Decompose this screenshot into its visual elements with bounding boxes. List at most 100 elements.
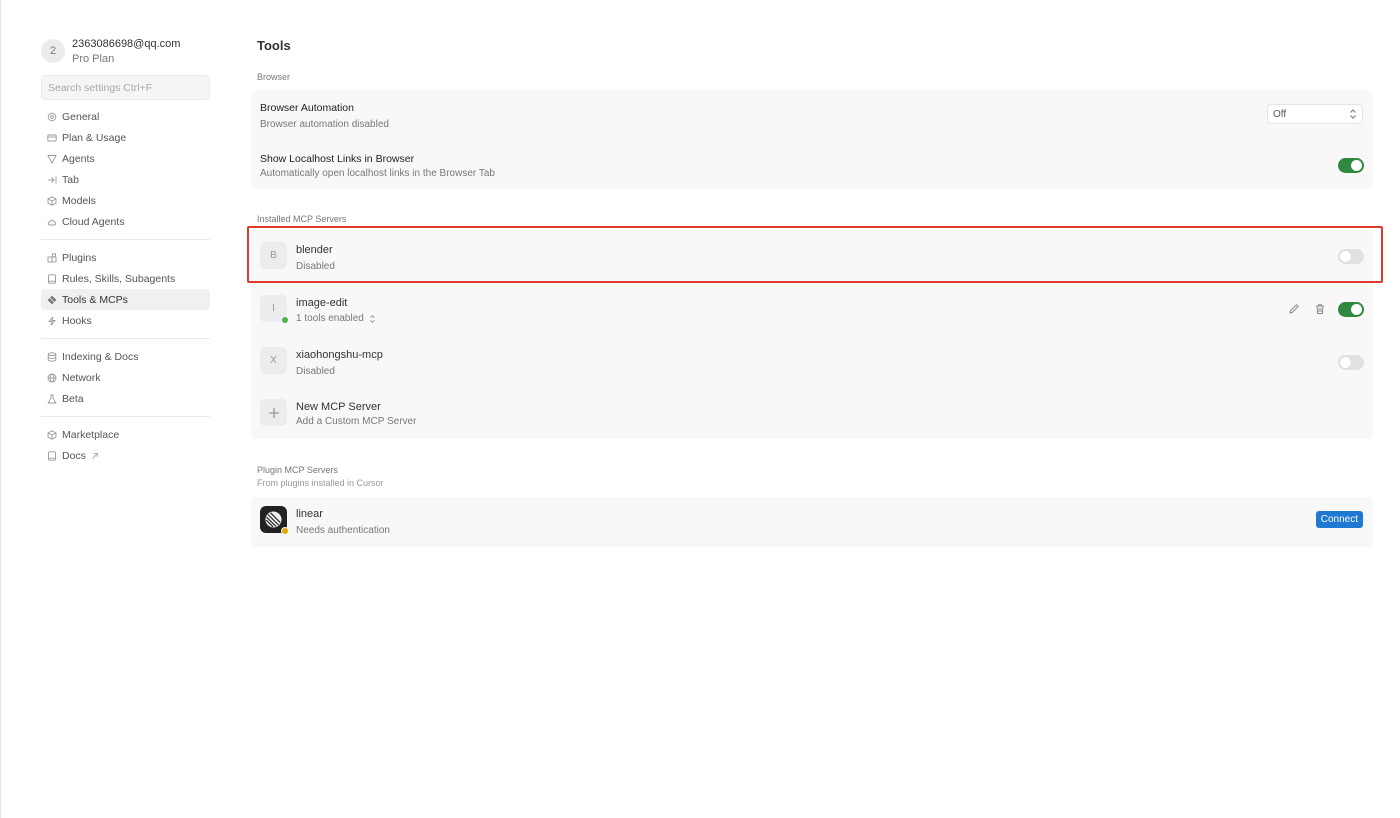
new-server-title: New MCP Server [296, 401, 381, 413]
sidebar-item-label: Network [62, 371, 101, 384]
sidebar-item-label: Marketplace [62, 428, 120, 441]
pencil-icon [1289, 304, 1299, 314]
section-label-plugin-mcp: Plugin MCP Servers [257, 465, 338, 475]
sidebar-item-tab[interactable]: Tab [41, 169, 210, 190]
section-label-browser: Browser [257, 72, 291, 82]
sidebar-item-agents[interactable]: Agents [41, 148, 210, 169]
server-status: Disabled [296, 261, 335, 272]
sidebar-item-label: General [62, 110, 100, 123]
trash-icon [1316, 304, 1324, 314]
nav-group-extensions: Plugins Rules, Skills, Subagents Tools &… [41, 247, 210, 331]
new-mcp-server-row[interactable]: New MCP Server Add a Custom MCP Server [251, 386, 1373, 439]
server-status: Needs authentication [296, 525, 390, 536]
tools-icon [47, 295, 57, 305]
server-letter-icon: I [260, 295, 289, 324]
agents-icon [47, 154, 57, 164]
browser-automation-select[interactable]: Off [1267, 104, 1363, 124]
sidebar-item-beta[interactable]: Beta [41, 388, 210, 409]
sidebar-item-label: Models [62, 194, 96, 207]
cloud-icon [47, 217, 57, 227]
page-title: Tools [257, 38, 291, 53]
toggle-knob [1351, 160, 1362, 171]
localhost-links-toggle[interactable] [1338, 158, 1364, 173]
sidebar-item-cloud-agents[interactable]: Cloud Agents [41, 211, 210, 232]
status-dot [281, 527, 289, 535]
marketplace-icon [47, 429, 57, 440]
edit-server-button[interactable] [1287, 302, 1301, 316]
settings-sidebar: 2 2363086698@qq.com Pro Plan General Pla… [41, 34, 210, 466]
account-plan: Pro Plan [72, 52, 115, 65]
plugin-server-row: linear Needs authentication Connect [251, 497, 1373, 547]
sidebar-item-label: Indexing & Docs [62, 350, 139, 363]
nav-group-data: Indexing & Docs Network Beta [41, 346, 210, 409]
xiaohongshu-toggle[interactable] [1338, 355, 1364, 370]
sidebar-item-label: Cloud Agents [62, 215, 125, 228]
delete-server-button[interactable] [1313, 302, 1327, 316]
database-icon [47, 351, 57, 362]
localhost-links-row: Show Localhost Links in Browser Automati… [251, 140, 1373, 189]
sidebar-item-label: Hooks [62, 314, 92, 327]
sidebar-item-label: Plan & Usage [62, 131, 127, 144]
external-link-icon [92, 452, 98, 459]
browser-automation-desc: Browser automation disabled [260, 119, 389, 130]
sidebar-item-label: Tab [62, 173, 79, 186]
select-value: Off [1273, 108, 1287, 120]
nav-group-resources: Marketplace Docs [41, 424, 210, 466]
sidebar-item-plan-usage[interactable]: Plan & Usage [41, 127, 210, 148]
section-sub-plugin-mcp: From plugins installed in Cursor [257, 478, 384, 488]
billing-icon [47, 133, 57, 143]
sidebar-item-label: Agents [62, 152, 95, 165]
sidebar-item-tools-mcps[interactable]: Tools & MCPs [41, 289, 210, 310]
sidebar-item-models[interactable]: Models [41, 190, 210, 211]
blender-toggle[interactable] [1338, 249, 1364, 264]
nav-group-main: General Plan & Usage Agents Tab Models C… [41, 106, 210, 232]
connect-button[interactable]: Connect [1315, 511, 1363, 528]
server-status-text: 1 tools enabled [296, 313, 364, 324]
toggle-knob [1340, 251, 1351, 262]
server-name: xiaohongshu-mcp [296, 349, 383, 361]
account-block[interactable]: 2 2363086698@qq.com Pro Plan [41, 34, 210, 68]
sidebar-item-general[interactable]: General [41, 106, 210, 127]
search-input[interactable] [48, 81, 209, 94]
account-email: 2363086698@qq.com [72, 37, 181, 50]
browser-automation-title: Browser Automation [260, 102, 354, 114]
server-status[interactable]: 1 tools enabled [296, 313, 376, 324]
plugin-mcp-card: linear Needs authentication Connect [251, 497, 1373, 547]
hooks-icon [47, 316, 57, 326]
server-name: linear [296, 508, 323, 520]
sidebar-item-docs[interactable]: Docs [41, 445, 210, 466]
chevron-updown-icon [369, 314, 375, 323]
toggle-knob [1340, 357, 1351, 368]
server-letter-icon: X [260, 347, 287, 374]
localhost-links-desc: Automatically open localhost links in th… [260, 168, 495, 179]
sidebar-item-marketplace[interactable]: Marketplace [41, 424, 210, 445]
sidebar-item-label: Rules, Skills, Subagents [62, 272, 176, 285]
server-status: Disabled [296, 366, 335, 377]
toggle-knob [1351, 304, 1362, 315]
window-edge [0, 0, 1, 818]
flask-icon [47, 393, 57, 404]
sidebar-item-label: Docs [62, 449, 86, 462]
server-letter-icon: B [260, 242, 287, 269]
server-name: blender [296, 244, 333, 256]
book-icon [47, 273, 57, 284]
linear-logo-icon [260, 506, 289, 535]
sidebar-item-plugins[interactable]: Plugins [41, 247, 210, 268]
sidebar-item-indexing-docs[interactable]: Indexing & Docs [41, 346, 210, 367]
docs-icon [47, 450, 57, 461]
sidebar-item-label: Plugins [62, 251, 97, 264]
plugin-icon [47, 252, 57, 263]
browser-automation-row: Browser Automation Browser automation di… [251, 90, 1373, 140]
gear-icon [47, 112, 57, 122]
server-status-text: Disabled [296, 366, 335, 377]
sidebar-item-rules-skills-subagents[interactable]: Rules, Skills, Subagents [41, 268, 210, 289]
localhost-links-title: Show Localhost Links in Browser [260, 153, 415, 165]
image-edit-toggle[interactable] [1338, 302, 1364, 317]
installed-mcp-card: B blender Disabled I image-edit 1 tools … [251, 230, 1373, 439]
search-box[interactable] [41, 75, 210, 100]
server-name: image-edit [296, 297, 348, 309]
sidebar-item-label: Tools & MCPs [62, 293, 128, 306]
sidebar-divider [41, 338, 210, 339]
sidebar-item-hooks[interactable]: Hooks [41, 310, 210, 331]
sidebar-item-network[interactable]: Network [41, 367, 210, 388]
